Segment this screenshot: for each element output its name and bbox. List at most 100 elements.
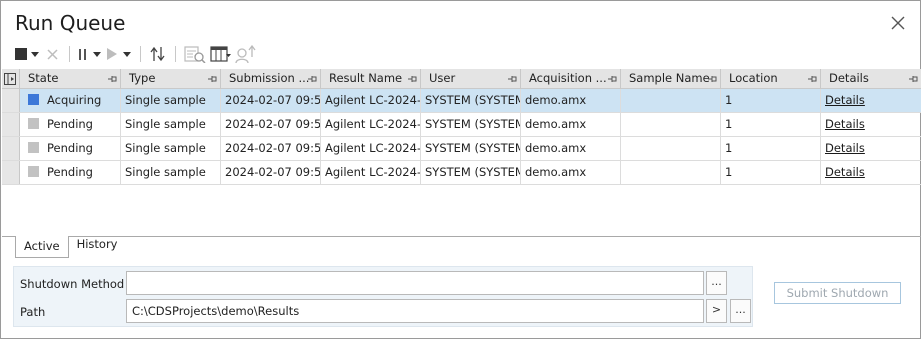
toolbar-separator [140,46,141,62]
column-header-state[interactable]: State [20,69,121,89]
cell-submission: 2024-02-07 09:50... [221,161,321,184]
column-header-result-name[interactable]: Result Name [321,69,421,89]
cell-sample-name [621,137,721,160]
state-indicator [28,118,39,129]
cell-user: SYSTEM (SYSTEM) [421,161,521,184]
resume-dropdown-button[interactable] [120,43,134,65]
run-queue-window: Run Queue State Type Submission ... Resu… [0,0,921,339]
table-row[interactable]: Pending Single sample 2024-02-07 09:50..… [2,137,921,161]
path-label: Path [20,305,46,319]
cell-submission: 2024-02-07 09:50... [221,137,321,160]
cell-result-name: Agilent LC-2024-... [321,89,421,112]
cell-acquisition: demo.amx [521,161,621,184]
details-link[interactable]: Details [825,93,865,107]
table-row[interactable]: Pending Single sample 2024-02-07 09:50..… [2,161,921,185]
pin-icon [208,76,217,82]
path-navigate-button[interactable]: > [706,299,727,323]
pin-icon [308,76,317,82]
state-indicator [28,142,39,153]
pause-dropdown-button[interactable] [90,43,104,65]
resume-button[interactable] [104,43,120,65]
pin-icon [508,76,517,82]
shutdown-panel: Shutdown Method ... Path > ... [13,266,753,327]
state-indicator [28,166,39,177]
cell-details: Details [821,113,921,136]
cell-submission: 2024-02-07 09:50... [221,89,321,112]
cell-submission: 2024-02-07 09:50... [221,113,321,136]
column-header-location[interactable]: Location [721,69,821,89]
cell-location: 1 [721,161,821,184]
cell-state: Pending [20,161,121,184]
pin-icon [708,76,717,82]
pin-icon [808,76,817,82]
user-upload-icon [235,45,256,63]
row-header[interactable] [2,161,20,184]
cell-location: 1 [721,137,821,160]
stop-dropdown-button[interactable] [29,43,41,65]
queue-tabs: Active History [15,236,126,258]
tab-active[interactable]: Active [15,236,69,258]
cell-user: SYSTEM (SYSTEM) [421,113,521,136]
column-header-acquisition[interactable]: Acquisition ... [521,69,621,89]
column-header-details[interactable]: Details [821,69,921,89]
dropdown-arrow-icon [31,51,39,57]
move-button[interactable] [147,43,169,65]
close-icon[interactable] [890,15,906,31]
dropdown-arrow-icon [123,51,131,57]
table-row[interactable]: Acquiring Single sample 2024-02-07 09:50… [2,89,921,113]
row-header[interactable] [2,89,20,112]
shutdown-method-field[interactable] [126,271,704,295]
cell-type: Single sample [121,137,221,160]
user-upload-button[interactable] [234,43,258,65]
cell-location: 1 [721,113,821,136]
grid-header: State Type Submission ... Result Name Us… [2,69,921,89]
pause-button[interactable] [76,43,90,65]
cell-user: SYSTEM (SYSTEM) [421,89,521,112]
cell-type: Single sample [121,113,221,136]
details-link[interactable]: Details [825,141,865,155]
column-header-submission[interactable]: Submission ... [221,69,321,89]
cell-sample-name [621,113,721,136]
run-queue-grid: State Type Submission ... Result Name Us… [2,69,921,185]
toolbar-separator [175,46,176,62]
cell-sample-name [621,89,721,112]
details-link[interactable]: Details [825,117,865,131]
stop-button[interactable] [13,43,29,65]
cell-acquisition: demo.amx [521,89,621,112]
move-up-down-icon [150,46,165,62]
toolbar-separator [69,46,70,62]
queue-search-button[interactable] [182,43,208,65]
shutdown-method-browse-button[interactable]: ... [706,271,727,295]
state-indicator [28,94,39,105]
column-chooser-header[interactable] [2,69,20,89]
cell-details: Details [821,89,921,112]
column-header-type[interactable]: Type [121,69,221,89]
cell-sample-name [621,161,721,184]
dropdown-arrow-icon [93,51,101,57]
row-header[interactable] [2,137,20,160]
path-field[interactable] [126,299,704,323]
column-header-user[interactable]: User [421,69,521,89]
cell-result-name: Agilent LC-2024-... [321,137,421,160]
details-link[interactable]: Details [825,165,865,179]
pin-icon [909,76,918,82]
cell-state: Pending [20,113,121,136]
cancel-button[interactable] [41,43,63,65]
cell-user: SYSTEM (SYSTEM) [421,137,521,160]
cell-result-name: Agilent LC-2024-... [321,113,421,136]
table-row[interactable]: Pending Single sample 2024-02-07 09:50..… [2,113,921,137]
row-header[interactable] [2,113,20,136]
queue-search-icon [184,46,206,63]
path-browse-button[interactable]: ... [730,299,751,323]
column-chooser-icon [210,46,231,62]
cell-state: Acquiring [20,89,121,112]
pin-icon [108,76,117,82]
toolbar [13,43,258,65]
column-header-sample-name[interactable]: Sample Name [621,69,721,89]
tab-divider [2,236,921,237]
pause-icon [79,48,86,60]
submit-shutdown-button[interactable]: Submit Shutdown [774,282,901,304]
column-chooser-button[interactable] [208,43,234,65]
pin-icon [408,76,417,82]
tab-history[interactable]: History [69,234,126,256]
